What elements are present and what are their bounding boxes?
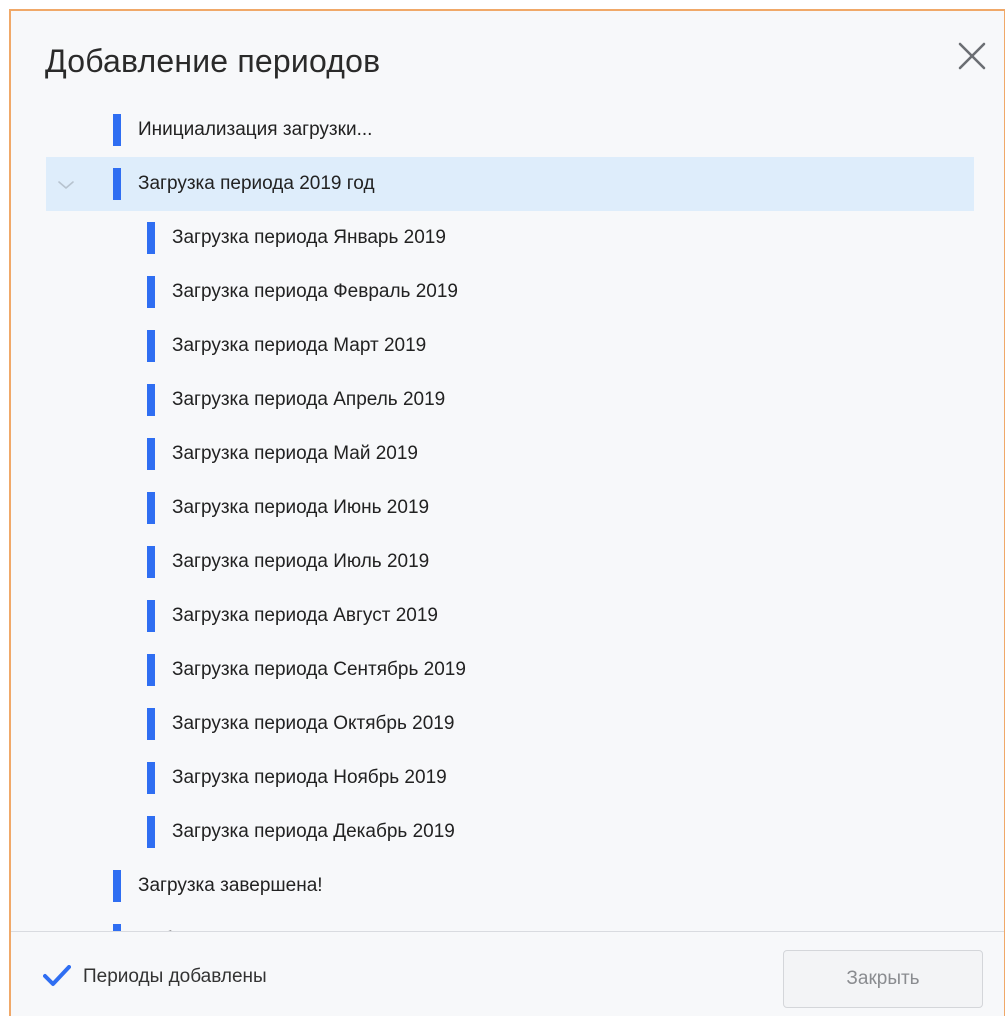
- tree-item-label: Загрузка периода Сентябрь 2019: [172, 659, 466, 680]
- status-bar: [147, 276, 155, 308]
- tree-item-month[interactable]: Загрузка периода Декабрь 2019: [46, 805, 974, 859]
- tree-item-month[interactable]: Загрузка периода Август 2019: [46, 589, 974, 643]
- tree-item-label: Инициализация загрузки...: [138, 119, 373, 140]
- tree-item-month[interactable]: Загрузка периода Июнь 2019: [46, 481, 974, 535]
- tree-item-month[interactable]: Загрузка периода Сентябрь 2019: [46, 643, 974, 697]
- tree-item-label: Загрузка периода 2019 год: [138, 173, 375, 194]
- tree-item-month[interactable]: Загрузка периода Июль 2019: [46, 535, 974, 589]
- tree-item-month[interactable]: Загрузка периода Февраль 2019: [46, 265, 974, 319]
- tree-item-year-2019[interactable]: Загрузка периода 2019 год: [46, 157, 974, 211]
- dialog-footer: Периоды добавлены Закрыть: [11, 931, 1004, 1016]
- tree-item-label: Загрузка периода Октябрь 2019: [172, 713, 455, 734]
- status-bar: [113, 924, 121, 931]
- top-strip: [0, 0, 1006, 9]
- tree-item-label: Загрузка периода Декабрь 2019: [172, 821, 455, 842]
- close-icon[interactable]: [955, 39, 989, 73]
- tree-item-label: Загрузка периода Май 2019: [172, 443, 418, 464]
- tree-item-periods-complete[interactable]: Добавление периодов завершено!: [46, 913, 974, 931]
- tree-item-month[interactable]: Загрузка периода Ноябрь 2019: [46, 751, 974, 805]
- status-bar: [147, 492, 155, 524]
- periods-tree[interactable]: Инициализация загрузки... Загрузка перио…: [11, 95, 1004, 931]
- status-bar: [147, 438, 155, 470]
- status-bar: [147, 654, 155, 686]
- tree-item-month[interactable]: Загрузка периода Март 2019: [46, 319, 974, 373]
- tree-item-month[interactable]: Загрузка периода Май 2019: [46, 427, 974, 481]
- tree-item-label: Загрузка завершена!: [138, 875, 323, 896]
- status-bar: [147, 222, 155, 254]
- tree-item-label: Загрузка периода Июнь 2019: [172, 497, 430, 518]
- tree-item-label: Загрузка периода Апрель 2019: [172, 389, 446, 410]
- tree-item-label: Загрузка периода Февраль 2019: [172, 281, 459, 302]
- tree-item-month[interactable]: Загрузка периода Январь 2019: [46, 211, 974, 265]
- status-bar: [147, 762, 155, 794]
- status-bar: [147, 708, 155, 740]
- status-bar: [113, 114, 121, 146]
- checkmark-icon: [43, 965, 71, 987]
- dialog-title: Добавление периодов: [45, 43, 381, 79]
- tree-item-label: Загрузка периода Июль 2019: [172, 551, 430, 572]
- tree-item-init[interactable]: Инициализация загрузки...: [46, 103, 974, 157]
- status-bar: [147, 384, 155, 416]
- tree-item-label: Загрузка периода Март 2019: [172, 335, 427, 356]
- status-text: Периоды добавлены: [83, 966, 267, 987]
- status-bar: [147, 816, 155, 848]
- tree-item-load-complete[interactable]: Загрузка завершена!: [46, 859, 974, 913]
- tree-item-label: Загрузка периода Август 2019: [172, 605, 438, 626]
- status-bar: [147, 546, 155, 578]
- close-button[interactable]: Закрыть: [783, 950, 983, 1008]
- chevron-down-icon[interactable]: [56, 175, 76, 195]
- status-bar: [113, 168, 121, 200]
- status-bar: [147, 600, 155, 632]
- tree-item-label: Загрузка периода Ноябрь 2019: [172, 767, 447, 788]
- tree-item-label: Загрузка периода Январь 2019: [172, 227, 446, 248]
- tree-item-label: Добавление периодов завершено!: [138, 913, 443, 931]
- status-bar: [113, 870, 121, 902]
- add-periods-dialog: Добавление периодов Инициализация загруз…: [9, 9, 1005, 1016]
- tree-item-month[interactable]: Загрузка периода Октябрь 2019: [46, 697, 974, 751]
- tree-item-month[interactable]: Загрузка периода Апрель 2019: [46, 373, 974, 427]
- status-bar: [147, 330, 155, 362]
